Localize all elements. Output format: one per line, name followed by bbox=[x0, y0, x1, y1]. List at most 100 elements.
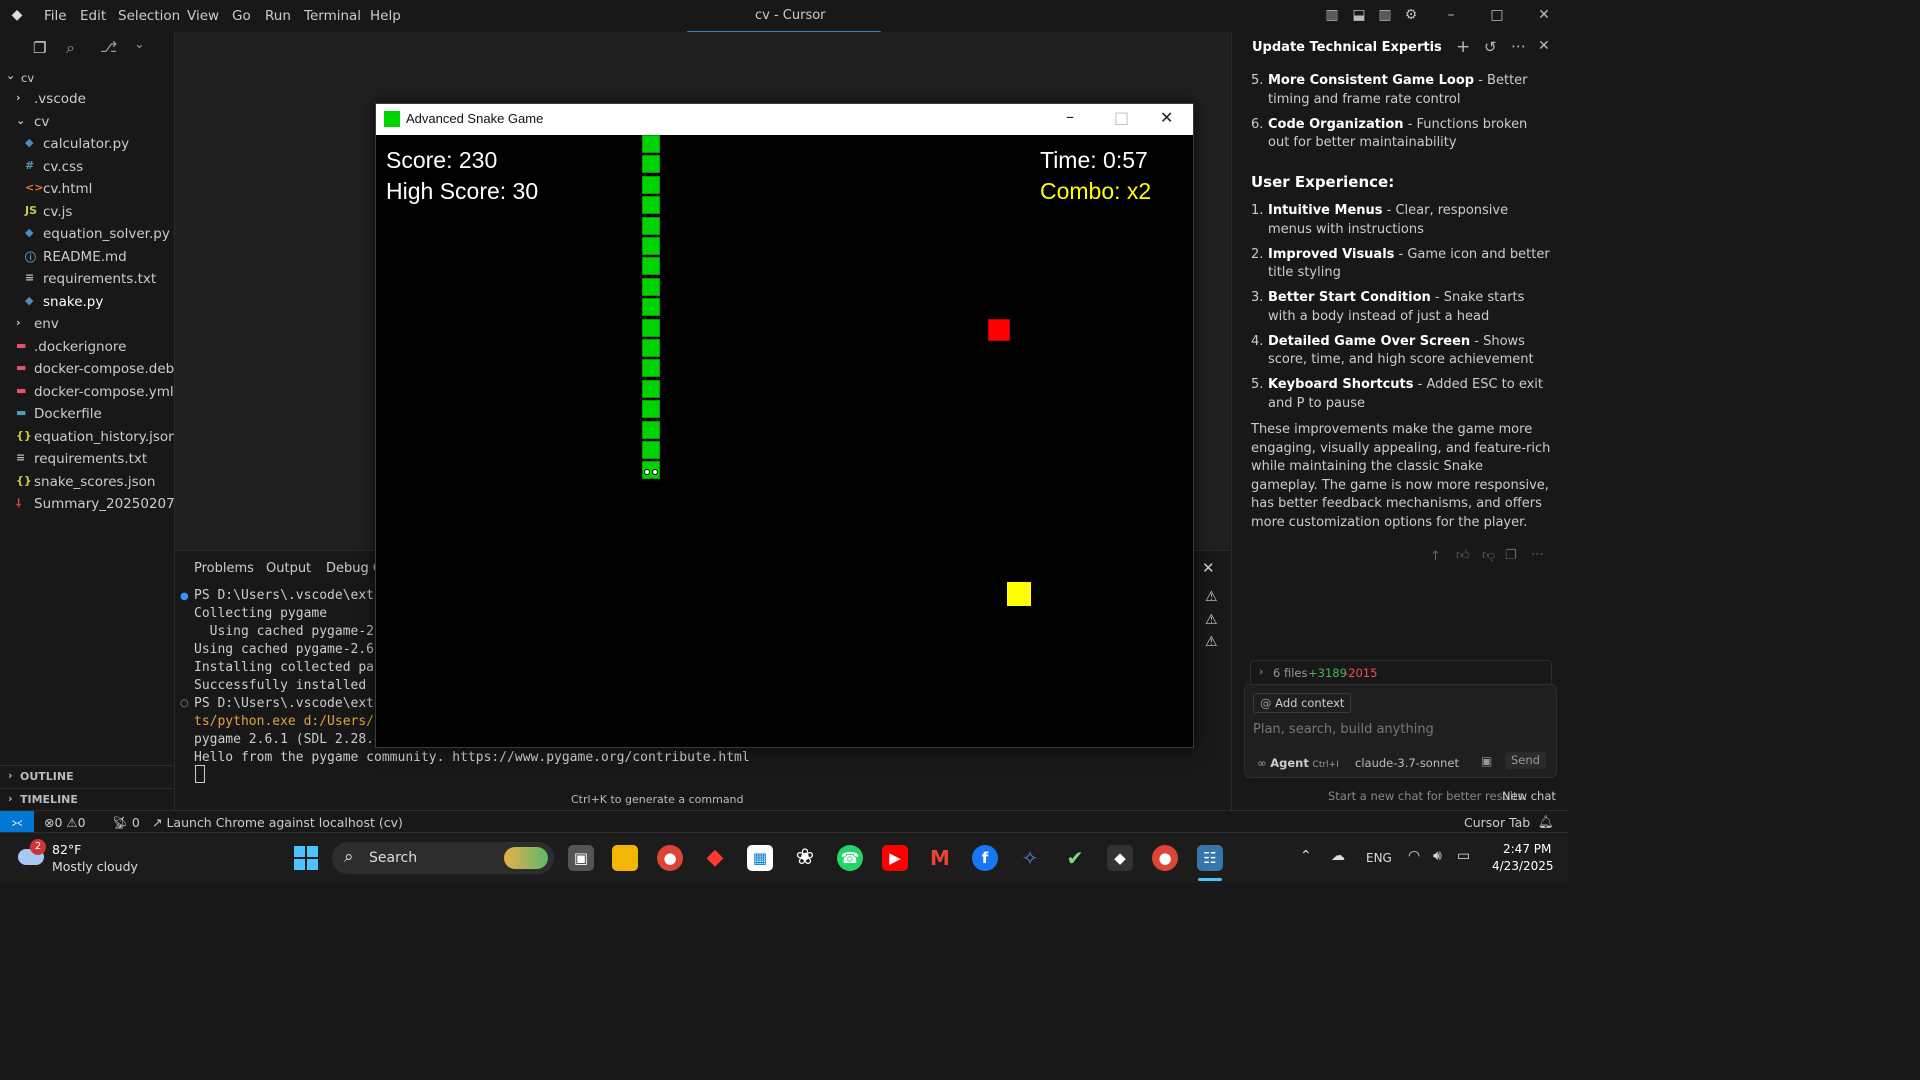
send-button[interactable]: Send bbox=[1505, 752, 1546, 769]
toggle-panel-icon[interactable]: ⬓ bbox=[1350, 7, 1368, 25]
menu-edit[interactable]: Edit bbox=[80, 8, 106, 24]
clock-time[interactable]: 2:47 PM bbox=[1503, 842, 1551, 856]
battery-icon[interactable]: ▭ bbox=[1457, 848, 1470, 864]
ms-store-icon[interactable]: ▦ bbox=[747, 845, 773, 871]
gmail-icon[interactable]: M bbox=[927, 845, 953, 871]
tree-item[interactable]: # cv.css bbox=[0, 156, 174, 178]
tree-item[interactable]: ▬ Dockerfile bbox=[0, 403, 174, 425]
menu-file[interactable]: File bbox=[44, 8, 67, 24]
more-icon[interactable]: ⋯ bbox=[1531, 547, 1544, 562]
tree-item[interactable]: ◆ equation_solver.py bbox=[0, 223, 174, 245]
vue-icon[interactable]: ✔ bbox=[1062, 845, 1088, 871]
menu-run[interactable]: Run bbox=[265, 8, 291, 24]
copy-icon[interactable]: ❐ bbox=[1505, 548, 1517, 563]
cursor-tab-status[interactable]: Cursor Tab bbox=[1464, 815, 1530, 830]
tree-item[interactable]: ⓘ README.md bbox=[0, 246, 174, 268]
onedrive-icon[interactable]: ☁ bbox=[1331, 848, 1345, 864]
toggle-secondary-sidebar-icon[interactable]: ▥ bbox=[1376, 7, 1394, 25]
panel-tab-problems[interactable]: Problems bbox=[194, 561, 254, 576]
tree-item[interactable]: ◆ snake.py bbox=[0, 291, 174, 313]
outline-section[interactable]: › OUTLINE bbox=[0, 765, 174, 788]
tree-item[interactable]: JS cv.js bbox=[0, 201, 174, 223]
thumbs-up-icon[interactable]: 👍︎ bbox=[1456, 548, 1470, 563]
source-control-icon[interactable]: ⎇ bbox=[100, 38, 117, 56]
python-icon[interactable]: ☷ bbox=[1197, 845, 1223, 871]
tree-item[interactable]: <> cv.html bbox=[0, 178, 174, 200]
task-view-icon[interactable]: ▣ bbox=[568, 845, 594, 871]
tree-item[interactable]: ≡ requirements.txt bbox=[0, 268, 174, 290]
anydesk-icon[interactable]: ◆ bbox=[702, 845, 728, 871]
toggle-primary-sidebar-icon[interactable]: ▥ bbox=[1323, 7, 1341, 25]
ports-indicator[interactable]: 📡︎ 0 bbox=[112, 815, 140, 831]
tree-item[interactable]: ≡ requirements.txt bbox=[0, 448, 174, 470]
language-indicator[interactable]: ENG bbox=[1366, 851, 1392, 865]
chat-input[interactable]: Plan, search, build anything bbox=[1253, 722, 1434, 737]
problems-indicator[interactable]: ⊗0 ⚠0 bbox=[44, 815, 86, 830]
agent-mode-selector[interactable]: ∞ Agent Ctrl+I bbox=[1257, 756, 1339, 770]
changed-files-bar[interactable]: › 6 files +3189 -2015 bbox=[1250, 660, 1552, 686]
tree-item[interactable]: › env bbox=[0, 313, 174, 335]
whatsapp-icon[interactable]: ☎ bbox=[837, 845, 863, 871]
tree-item[interactable]: ▬ .dockerignore bbox=[0, 336, 174, 358]
wifi-icon[interactable]: ◠ bbox=[1408, 848, 1420, 864]
tree-item[interactable]: ⸸ Summary_20250207_... bbox=[0, 493, 174, 515]
new-chat-plus-icon[interactable]: + bbox=[1456, 37, 1470, 57]
game-canvas[interactable]: Score: 230 High Score: 30 Time: 0:57 Com… bbox=[376, 135, 1193, 747]
panel-tab-debug-c[interactable]: Debug C bbox=[326, 561, 382, 576]
history-icon[interactable]: ↺ bbox=[1484, 38, 1497, 56]
tree-item[interactable]: ⌄ cv bbox=[0, 111, 174, 133]
youtube-icon[interactable]: ▶ bbox=[882, 845, 908, 871]
score-text: Score: 230 bbox=[386, 147, 498, 173]
search-icon[interactable]: ⌕ bbox=[66, 38, 75, 58]
copilot-icon[interactable]: ✧ bbox=[1017, 845, 1043, 871]
menu-help[interactable]: Help bbox=[370, 8, 401, 24]
chrome-icon[interactable]: ● bbox=[1152, 845, 1178, 871]
tree-item[interactable]: {} equation_history.json bbox=[0, 426, 174, 448]
menu-selection[interactable]: Selection bbox=[118, 8, 180, 24]
menu-view[interactable]: View bbox=[187, 8, 219, 24]
facebook-icon[interactable]: f bbox=[972, 845, 998, 871]
model-selector[interactable]: claude-3.7-sonnet bbox=[1355, 756, 1459, 770]
windows-start-icon[interactable] bbox=[294, 846, 318, 870]
add-context-button[interactable]: @ Add context bbox=[1253, 693, 1352, 713]
more-icon[interactable]: ⋯ bbox=[1511, 37, 1526, 55]
menu-go[interactable]: Go bbox=[232, 8, 251, 24]
game-minimize-icon[interactable]: – bbox=[1066, 107, 1074, 126]
maximize-icon[interactable]: □ bbox=[1488, 7, 1506, 25]
explorer-root-cv[interactable]: ⌄ cv bbox=[0, 66, 174, 88]
chatgpt-icon[interactable]: ❀ bbox=[792, 845, 818, 871]
thumbs-down-icon[interactable]: 👎︎ bbox=[1482, 548, 1495, 563]
tree-item[interactable]: {} snake_scores.json bbox=[0, 471, 174, 493]
chrome-icon[interactable]: ● bbox=[657, 845, 683, 871]
files-icon[interactable]: ❐ bbox=[33, 39, 46, 57]
clock-date[interactable]: 4/23/2025 bbox=[1492, 859, 1554, 873]
game-close-icon[interactable]: ✕ bbox=[1160, 108, 1173, 127]
game-maximize-icon[interactable]: □ bbox=[1114, 108, 1129, 127]
snake-game-window[interactable]: Advanced Snake Game – □ ✕ Score: 230 Hig… bbox=[375, 103, 1194, 748]
menu-terminal[interactable]: Terminal bbox=[304, 8, 361, 24]
cursor-app-icon[interactable]: ◆ bbox=[1107, 845, 1133, 871]
scroll-up-icon[interactable]: ↑ bbox=[1430, 549, 1441, 564]
tree-item[interactable]: › .vscode bbox=[0, 88, 174, 110]
close-icon[interactable]: ✕ bbox=[1535, 7, 1553, 25]
close-panel-icon[interactable]: ✕ bbox=[1202, 559, 1215, 577]
chevron-up-icon[interactable]: ⌃ bbox=[1300, 848, 1312, 864]
new-chat-link[interactable]: New chat bbox=[1502, 789, 1556, 803]
volume-icon[interactable]: 🔊︎ bbox=[1433, 848, 1442, 864]
close-chat-icon[interactable]: ✕ bbox=[1538, 38, 1550, 54]
tree-item[interactable]: ◆ calculator.py bbox=[0, 133, 174, 155]
tree-item[interactable]: ▬ docker-compose.yml bbox=[0, 381, 174, 403]
settings-gear-icon[interactable]: ⚙ bbox=[1402, 7, 1420, 25]
file-explorer-icon[interactable] bbox=[612, 845, 638, 871]
image-icon[interactable]: ▣ bbox=[1481, 754, 1492, 768]
launch-config[interactable]: ↗ Launch Chrome against localhost (cv) bbox=[152, 815, 403, 830]
weather-widget[interactable]: 2 bbox=[18, 839, 46, 869]
timeline-section[interactable]: › TIMELINE bbox=[0, 788, 174, 811]
bell-icon[interactable]: 🔔︎ bbox=[1538, 814, 1554, 830]
minimize-icon[interactable]: – bbox=[1442, 7, 1460, 25]
taskbar-search[interactable]: ⌕ Search bbox=[332, 842, 554, 874]
chevron-down-icon[interactable]: ⌄ bbox=[134, 37, 145, 52]
panel-tab-output[interactable]: Output bbox=[266, 561, 311, 576]
remote-icon[interactable]: ⪥ bbox=[0, 811, 34, 833]
tree-item[interactable]: ▬ docker-compose.deb... bbox=[0, 358, 174, 380]
